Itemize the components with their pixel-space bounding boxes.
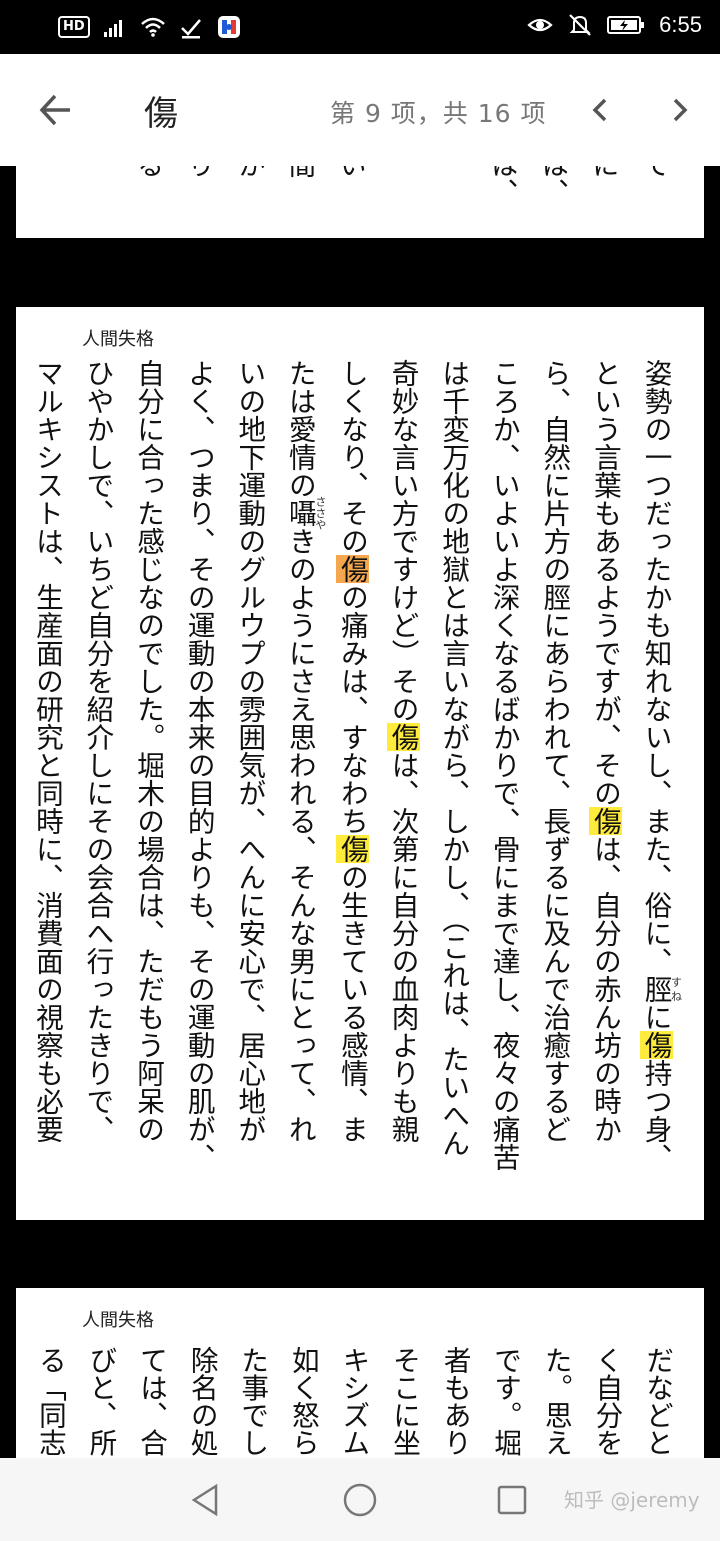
ruby-base: 囁 — [283, 495, 317, 531]
text-run: は、自分の赤ん坊の時か — [588, 835, 622, 1143]
triangle-back-icon — [191, 1483, 218, 1517]
app-notification-icon — [217, 16, 240, 38]
status-bar: HD 6:55 — [0, 0, 720, 54]
previous-page-text: って分にんは、らは、ら、は、しい人間しかきりいる — [121, 166, 678, 214]
text-column: しくなり、その傷の痛みは、すなわち傷の生きている感情、ま — [326, 359, 377, 1209]
network-badge: HD — [58, 16, 90, 38]
text-column: らは、 — [476, 166, 527, 214]
text-run: マルキシストは、生産面の研究と同時に、消費面の視察も必要 — [30, 359, 64, 1143]
text-run: しくなり、その — [335, 359, 369, 555]
ruby-base: 脛 — [639, 975, 673, 1003]
text-column: しい — [324, 166, 375, 214]
nav-back-button[interactable] — [184, 1478, 228, 1522]
text-run: の生きている感情、ま — [335, 863, 369, 1143]
previous-match-button[interactable] — [576, 86, 624, 134]
search-match-highlight[interactable]: 傷 — [588, 807, 622, 835]
text-column: 自分に合った感じなのでした。堀木の場合は、ただもう阿呆の — [122, 359, 173, 1209]
ruby-text: 脛すね — [639, 975, 683, 1003]
status-bar-right: 6:55 — [527, 12, 702, 38]
eye-comfort-icon — [527, 18, 553, 32]
text-run: は千変万化の地獄とは言いながら、しかし、（これは、たいへん — [437, 359, 471, 1158]
text-run: ら、自然に片方の脛にあらわれて、長ずるに及んで治癒するど — [538, 359, 572, 1143]
wifi-icon — [140, 17, 165, 37]
text-column: ひやかしで、いちど自分を紹介しにその会合へ行ったきりで、 — [72, 359, 123, 1209]
text-column: よく、つまり、その運動の本来の目的よりも、その運動の肌が、 — [173, 359, 224, 1209]
text-run: 姿勢の一つだったかも知れないし、また、俗に、 — [639, 359, 673, 975]
download-check-icon — [180, 19, 201, 39]
text-column: たは愛情の囁ささやきのようにさえ思われる、そんな男にとって、れ — [274, 359, 327, 1209]
clock: 6:55 — [659, 12, 702, 37]
text-column: ら、自然に片方の脛にあらわれて、長ずるに及んで治癒するど — [529, 359, 580, 1209]
search-query[interactable]: 傷 — [144, 86, 178, 135]
text-run: に — [639, 1003, 673, 1031]
search-match-highlight[interactable]: 傷 — [639, 1031, 673, 1059]
furigana: ささや — [313, 495, 327, 531]
mute-icon — [569, 14, 591, 36]
status-bar-left: HD — [58, 14, 242, 40]
search-toolbar: 傷 第 9 项，共 16 项 — [0, 54, 720, 166]
current-match-highlight[interactable]: 傷 — [335, 555, 369, 583]
text-run: いの地下運動のグルウプの雰囲気が、へんに安心で、居心地が — [233, 359, 267, 1143]
text-column: マルキシストは、生産面の研究と同時に、消費面の視察も必要 — [21, 359, 72, 1209]
circle-home-icon — [343, 1483, 377, 1517]
text-column: きり — [172, 166, 223, 214]
text-run: よく、つまり、その運動の本来の目的よりも、その運動の肌が、 — [182, 359, 216, 1171]
current-page[interactable]: 人間失格 姿勢の一つだったかも知れないし、また、俗に、脛すねに傷持つ身、 という言… — [16, 307, 704, 1220]
next-match-button[interactable] — [656, 86, 704, 134]
square-recents-icon — [497, 1485, 527, 1515]
chevron-right-icon — [673, 98, 688, 122]
watermark: 知乎 @jeremy — [564, 1488, 700, 1512]
text-run: 持つ身、 — [639, 1059, 673, 1171]
previous-page-fragment[interactable]: って分にんは、らは、ら、は、しい人間しかきりいる — [16, 166, 704, 238]
text-column: 人間 — [273, 166, 324, 214]
system-nav-bar: 知乎 @jeremy — [0, 1458, 720, 1541]
text-column: いる — [121, 166, 172, 214]
chevron-left-icon — [592, 98, 607, 122]
text-run: 奇妙な言い方ですけど）その — [386, 359, 420, 723]
furigana: すね — [669, 975, 683, 1003]
text-run: ころか、いよいよ深くなるばかりで、骨にまで達し、夜々の痛苦 — [487, 359, 521, 1171]
text-column: という言葉もあるようですが、その傷は、自分の赤ん坊の時か — [579, 359, 630, 1209]
page-body-text: 姿勢の一つだったかも知れないし、また、俗に、脛すねに傷持つ身、 という言葉もあるよ… — [21, 359, 683, 1209]
text-run: は、次第に自分の血肉よりも親 — [386, 751, 420, 1143]
text-column: は、 — [374, 166, 425, 214]
text-column: 奇妙な言い方ですけど）その傷は、次第に自分の血肉よりも親 — [377, 359, 428, 1209]
running-head: 人間失格 — [82, 1310, 154, 1331]
text-column: いの地下運動のグルウプの雰囲気が、へんに安心で、居心地が — [224, 359, 275, 1209]
nav-recents-button[interactable] — [490, 1478, 534, 1522]
signal-icon — [103, 20, 122, 37]
text-run: きのようにさえ思われる、そんな男にとって、れ — [283, 527, 317, 1143]
back-button[interactable] — [30, 84, 82, 136]
battery-charging-icon — [607, 16, 645, 34]
match-count: 第 9 项，共 16 项 — [330, 99, 547, 128]
text-run: の痛みは、すなわち — [335, 583, 369, 835]
text-column: は千変万化の地獄とは言いながら、しかし、（これは、たいへん — [428, 359, 479, 1209]
text-column: 姿勢の一つだったかも知れないし、また、俗に、脛すねに傷持つ身、 — [630, 359, 683, 1209]
text-column: んは、 — [526, 166, 577, 214]
text-run: 自分に合った感じなのでした。堀木の場合は、ただもう阿呆の — [132, 359, 166, 1143]
arrow-left-icon — [39, 94, 70, 126]
text-column: 分に — [577, 166, 628, 214]
text-column: ころか、いよいよ深くなるばかりで、骨にまで達し、夜々の痛苦 — [478, 359, 529, 1209]
text-run: ひやかしで、いちど自分を紹介しにその会合へ行ったきりで、 — [81, 359, 115, 1143]
text-column: って — [627, 166, 678, 214]
text-run: たは愛情の — [283, 359, 317, 499]
text-column: しか — [223, 166, 274, 214]
text-run: という言葉もあるようですが、その — [588, 359, 622, 807]
text-column: ら、 — [425, 166, 476, 214]
next-page-fragment[interactable]: 人間失格 だなどと く自分を た。思え です。堀 者もあり そこに坐 キシズム 如く怒ら た事で… — [16, 1288, 704, 1478]
search-match-highlight[interactable]: 傷 — [386, 723, 420, 751]
search-match-highlight[interactable]: 傷 — [335, 835, 369, 863]
running-head: 人間失格 — [82, 329, 154, 350]
ruby-text: 囁ささや — [283, 495, 327, 531]
nav-home-button[interactable] — [338, 1478, 382, 1522]
